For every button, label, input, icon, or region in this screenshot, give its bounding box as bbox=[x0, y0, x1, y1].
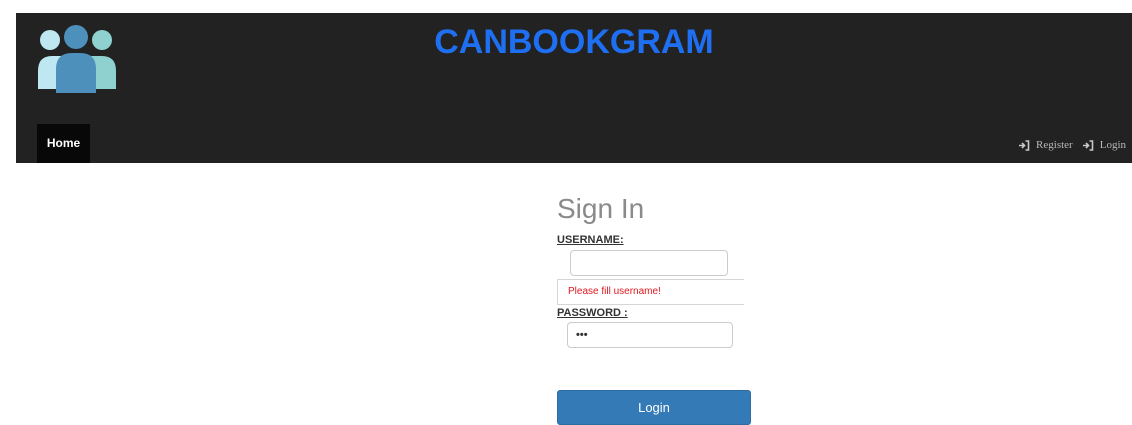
brand-title: CANBOOKGRAM bbox=[434, 23, 714, 61]
nav-login-link[interactable]: Login bbox=[1082, 139, 1126, 151]
password-label: PASSWORD : bbox=[557, 307, 628, 319]
nav-login-label: Login bbox=[1099, 139, 1126, 151]
sign-in-icon bbox=[1019, 139, 1030, 151]
sign-in-icon bbox=[1082, 139, 1094, 151]
nav-register-link[interactable]: Register bbox=[1018, 139, 1073, 151]
site-header: CANBOOKGRAM Home Register Login bbox=[16, 13, 1132, 163]
username-error-message: Please fill username! bbox=[557, 279, 744, 305]
nav-home-link[interactable]: Home bbox=[37, 124, 90, 163]
page-title: Sign In bbox=[557, 193, 645, 224]
nav-register-label: Register bbox=[1036, 139, 1073, 151]
username-label: USERNAME: bbox=[557, 234, 624, 246]
nav-right-links: Register Login bbox=[1009, 137, 1126, 153]
password-input[interactable]: ••• bbox=[567, 322, 733, 348]
login-button[interactable]: Login bbox=[557, 390, 751, 425]
username-input[interactable] bbox=[570, 250, 728, 276]
